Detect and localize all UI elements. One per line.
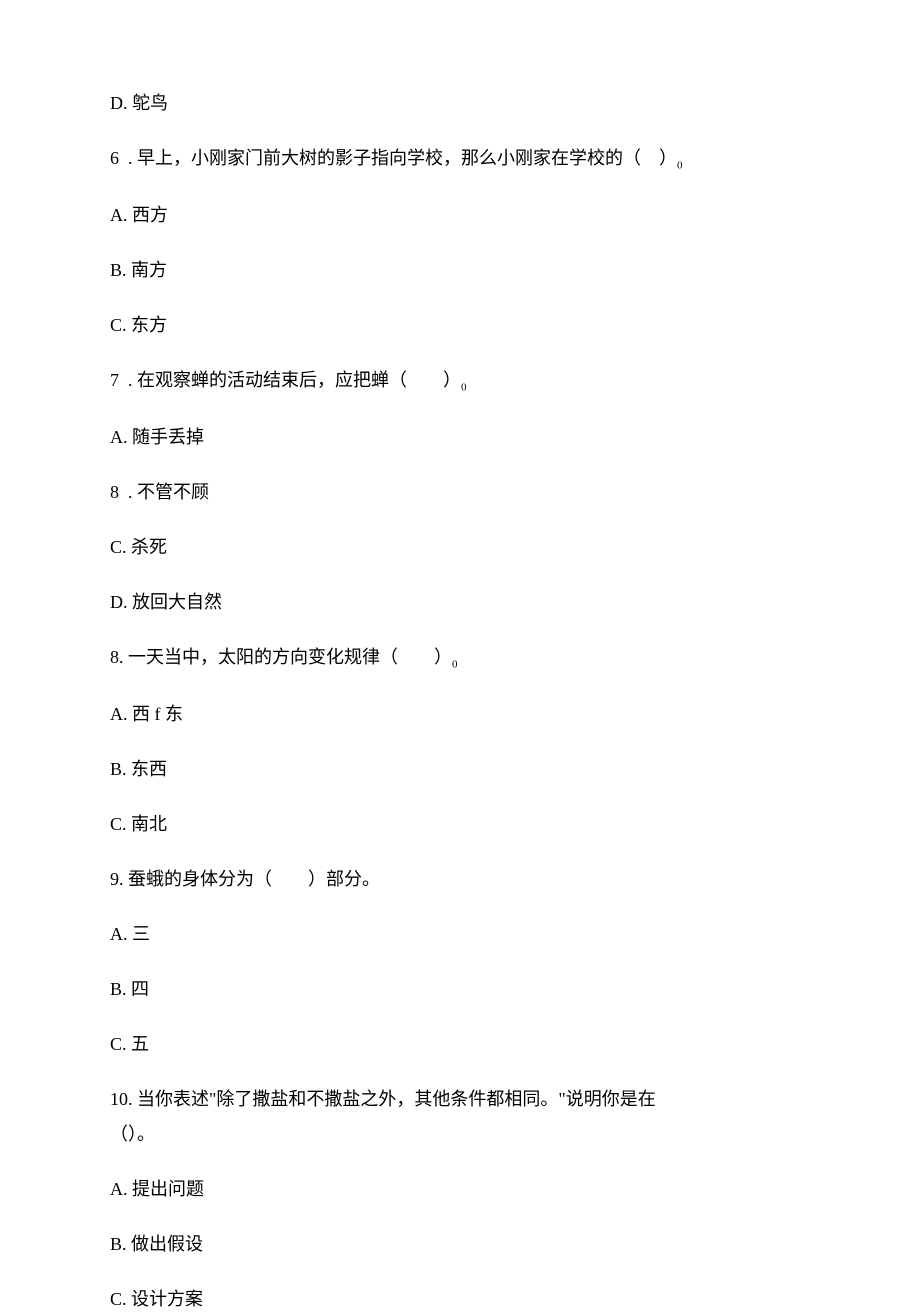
subscript-text: 0 xyxy=(677,160,683,172)
text-line: B. 四 xyxy=(110,976,810,1003)
text-line: （）。 xyxy=(110,1121,810,1148)
text-line: A. 随手丢掉 xyxy=(110,424,810,451)
text-line: D. 鸵鸟 xyxy=(110,90,810,117)
line-text: 8 . 不管不顾 xyxy=(110,482,209,502)
text-line: A. 西 f 东 xyxy=(110,701,810,728)
line-text: A. 西 f 东 xyxy=(110,704,183,724)
text-line: 8 . 不管不顾 xyxy=(110,479,810,506)
line-text: 8. 一天当中，太阳的方向变化规律（ ） xyxy=(110,647,452,667)
text-line: D. 放回大自然 xyxy=(110,589,810,616)
text-line: 9. 蚕蛾的身体分为（ ）部分。 xyxy=(110,866,810,893)
line-text: D. 鸵鸟 xyxy=(110,93,168,113)
text-line: 7 . 在观察蝉的活动结束后，应把蝉（ ）0 xyxy=(110,367,810,396)
text-line: A. 提出问题 xyxy=(110,1176,810,1203)
line-text: A. 提出问题 xyxy=(110,1179,204,1199)
line-text: A. 随手丢掉 xyxy=(110,427,204,447)
text-line: A. 西方 xyxy=(110,202,810,229)
line-text: 7 . 在观察蝉的活动结束后，应把蝉（ ） xyxy=(110,370,461,390)
line-text: B. 做出假设 xyxy=(110,1234,203,1254)
text-line: B. 做出假设 xyxy=(110,1231,810,1258)
text-line: C. 南北 xyxy=(110,811,810,838)
line-text: A. 三 xyxy=(110,924,150,944)
text-line: 8. 一天当中，太阳的方向变化规律（ ）0 xyxy=(110,644,810,673)
text-line: C. 设计方案 xyxy=(110,1286,810,1313)
text-line: B. 东西 xyxy=(110,756,810,783)
line-text: C. 南北 xyxy=(110,814,167,834)
text-line: C. 五 xyxy=(110,1031,810,1058)
subscript-text: 0 xyxy=(452,659,458,671)
text-line: B. 南方 xyxy=(110,257,810,284)
line-text: B. 四 xyxy=(110,979,149,999)
line-text: C. 设计方案 xyxy=(110,1289,203,1309)
text-line: C. 杀死 xyxy=(110,534,810,561)
line-text: 10. 当你表述"除了撒盐和不撒盐之外，其他条件都相同。"说明你是在 xyxy=(110,1089,656,1109)
line-text: B. 南方 xyxy=(110,260,167,280)
text-line: A. 三 xyxy=(110,921,810,948)
line-text: A. 西方 xyxy=(110,205,168,225)
line-text: C. 杀死 xyxy=(110,537,167,557)
line-text: B. 东西 xyxy=(110,759,167,779)
line-text: 6 . 早上，小刚家门前大树的影子指向学校，那么小刚家在学校的（ ） xyxy=(110,148,677,168)
line-text: C. 五 xyxy=(110,1034,149,1054)
text-line: C. 东方 xyxy=(110,312,810,339)
line-text: 9. 蚕蛾的身体分为（ ）部分。 xyxy=(110,869,380,889)
subscript-text: 0 xyxy=(461,382,467,394)
text-line: 6 . 早上，小刚家门前大树的影子指向学校，那么小刚家在学校的（ ）0 xyxy=(110,145,810,174)
line-text: （）。 xyxy=(110,1124,155,1144)
text-line: 10. 当你表述"除了撒盐和不撒盐之外，其他条件都相同。"说明你是在 xyxy=(110,1086,810,1113)
line-text: D. 放回大自然 xyxy=(110,592,222,612)
line-text: C. 东方 xyxy=(110,315,167,335)
